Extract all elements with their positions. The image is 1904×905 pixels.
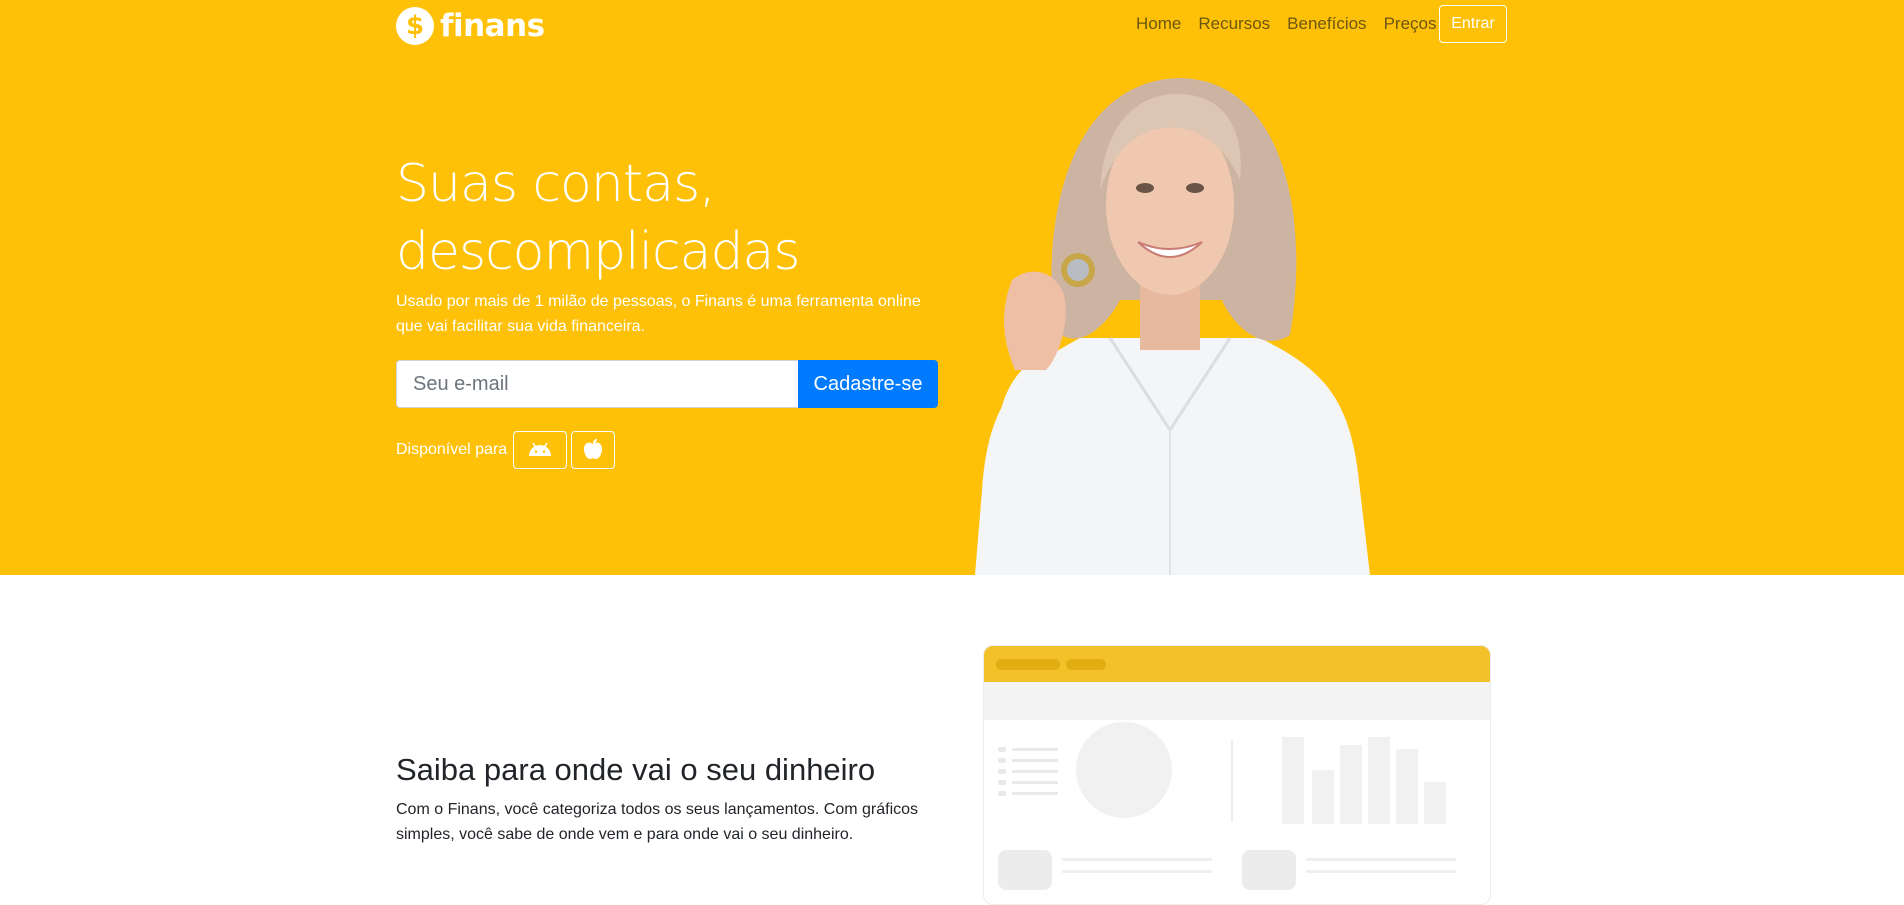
login-button[interactable]: Entrar — [1439, 5, 1507, 43]
mockup-toolbar — [984, 682, 1490, 720]
mockup-charts — [998, 722, 1456, 890]
feature-title: Saiba para onde vai o seu dinheiro — [396, 752, 876, 787]
nav-beneficios[interactable]: Benefícios — [1287, 14, 1366, 34]
signup-button[interactable]: Cadastre-se — [798, 360, 938, 408]
nav-recursos[interactable]: Recursos — [1198, 14, 1270, 34]
hero-title-line1: Suas contas, — [396, 154, 716, 214]
hero-title-line2: descomplicadas — [396, 222, 800, 282]
brand-logo[interactable]: $ finans — [396, 7, 545, 45]
nav-precos[interactable]: Preços — [1384, 14, 1437, 34]
brand-name: finans — [440, 8, 545, 44]
hero-subtitle: Usado por mais de 1 milão de pessoas, o … — [396, 293, 921, 335]
available-platforms: Disponível para — [396, 431, 619, 469]
hero-section: $ finans Home Recursos Benefícios Preços… — [0, 0, 1904, 575]
apple-store-button[interactable] — [571, 431, 616, 469]
android-icon — [527, 439, 553, 462]
feature-text: Com o Finans, você categoriza todos os s… — [396, 801, 919, 843]
hero-title: Suas contas, descomplicadas — [396, 150, 956, 286]
dashboard-mockup — [983, 645, 1491, 905]
android-store-button[interactable] — [513, 431, 568, 469]
signup-form: Cadastre-se — [396, 360, 938, 408]
apple-icon — [583, 438, 603, 463]
hero-woman-image — [960, 70, 1390, 575]
nav-home[interactable]: Home — [1136, 14, 1181, 34]
mockup-header-pill — [1066, 659, 1106, 670]
mockup-header — [984, 646, 1490, 682]
mockup-header-pill — [996, 659, 1060, 670]
email-input[interactable] — [396, 360, 798, 408]
main-nav: Home Recursos Benefícios Preços — [1136, 14, 1436, 34]
available-label: Disponível para — [396, 441, 508, 458]
dollar-coin-icon: $ — [396, 7, 434, 45]
